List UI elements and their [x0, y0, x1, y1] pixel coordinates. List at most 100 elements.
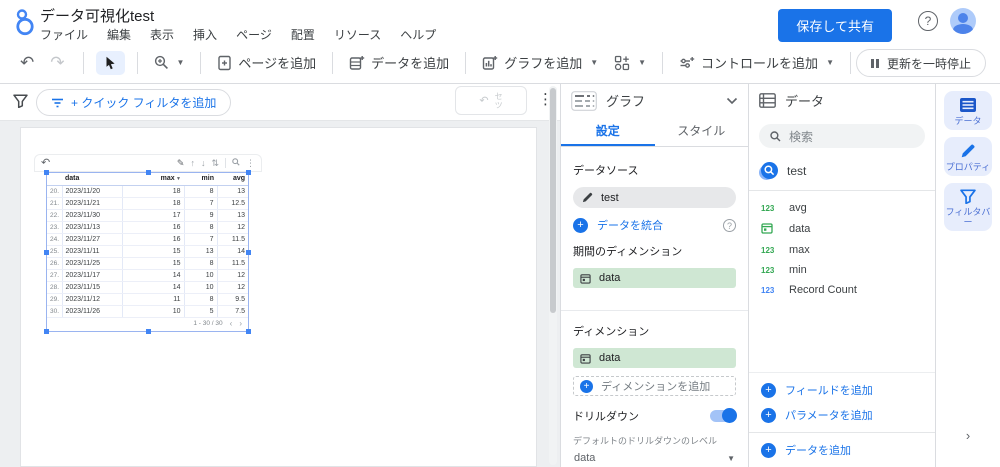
selection-handle[interactable]: [44, 170, 49, 175]
rail-label-properties: プロパティ: [945, 162, 991, 172]
dimension-chip[interactable]: data: [573, 348, 736, 368]
element-more-icon[interactable]: ⋮: [246, 158, 255, 168]
table-chart-element[interactable]: data max ▼ min avg 20. 2023/11/20 18 8 13 21. 202…: [44, 170, 251, 334]
menu-item-ファイル[interactable]: ファイル: [40, 26, 88, 43]
select-cursor-tool[interactable]: [95, 50, 125, 75]
menu-item-リソース[interactable]: リソース: [334, 26, 381, 43]
selection-handle[interactable]: [246, 170, 251, 175]
selection-handle[interactable]: [146, 329, 151, 334]
table-cell: 11.5: [216, 233, 248, 246]
pagination-next-icon[interactable]: ›: [239, 319, 242, 328]
selection-handle[interactable]: [246, 250, 251, 255]
element-search-icon[interactable]: [232, 158, 240, 168]
table-row: 29. 2023/11/12 11 8 9.5: [47, 293, 248, 306]
menu-item-挿入[interactable]: 挿入: [193, 26, 217, 43]
edit-toolbar: ↶ ↷ ▼ ページを追加 データを追加 グラフを追加 ▼ ▼ コントロールを追加…: [0, 42, 1000, 84]
rail-item-properties[interactable]: プロパティ: [944, 137, 992, 176]
table-column-header-avg[interactable]: avg: [217, 173, 248, 186]
add-parameter-button[interactable]: + パラメータを追加: [761, 407, 923, 423]
element-undo-icon[interactable]: ↶: [41, 157, 50, 169]
report-page[interactable]: ↶ ✎ ↑ ↓ ⇅ ⋮ data max ▼ min avg 20. 2023/…: [20, 127, 537, 467]
data-source-row[interactable]: test: [761, 162, 923, 179]
save-share-button[interactable]: 保存して共有: [778, 9, 892, 42]
quick-filter-add-button[interactable]: + クイック フィルタを追加: [36, 89, 232, 116]
filter-funnel-icon[interactable]: [13, 94, 28, 111]
field-row-data[interactable]: data: [749, 218, 935, 240]
date-dimension-section-label: 期間のディメンション: [573, 246, 683, 258]
drilldown-toggle[interactable]: [710, 408, 737, 423]
table-cell: 10: [183, 269, 217, 282]
report-title[interactable]: データ可視化test: [40, 5, 154, 26]
plus-icon: +: [761, 407, 776, 423]
add-control-button[interactable]: コントロールを追加 ▼: [673, 48, 840, 77]
rail-item-filter-bar[interactable]: フィルタバー: [944, 183, 992, 231]
table-cell: 12: [216, 281, 248, 294]
table-cell: 14: [216, 245, 248, 258]
right-rail: データ プロパティ フィルタバー ›: [935, 84, 1000, 467]
menu-item-配置[interactable]: 配置: [291, 26, 315, 43]
rail-item-data[interactable]: データ: [944, 91, 992, 130]
selection-handle[interactable]: [146, 170, 151, 175]
field-row-avg[interactable]: 123 avg: [749, 198, 935, 218]
table-column-header-data[interactable]: data: [62, 173, 122, 186]
menu-item-ヘルプ[interactable]: ヘルプ: [400, 26, 436, 43]
field-name: max: [789, 244, 810, 256]
add-data-button-bottom[interactable]: + データを追加: [761, 442, 923, 458]
date-dimension-chip[interactable]: data: [573, 268, 736, 288]
field-search-input[interactable]: 検索: [759, 124, 925, 148]
data-source-chip[interactable]: test: [573, 187, 736, 208]
avatar[interactable]: [950, 8, 976, 34]
table-cell: 2023/11/30: [61, 209, 122, 222]
add-dimension-button[interactable]: + ディメンションを追加: [573, 376, 736, 396]
redo-icon[interactable]: ↷: [42, 53, 72, 73]
menu-item-ページ[interactable]: ページ: [236, 26, 272, 43]
collapse-rail-icon[interactable]: ›: [936, 428, 1000, 443]
pause-updates-button[interactable]: 更新を一時停止: [856, 49, 986, 77]
pagination-prev-icon[interactable]: ‹: [230, 319, 233, 328]
sort-settings-icon[interactable]: ⇅: [211, 158, 219, 168]
blend-data-button[interactable]: + データを統合 ?: [573, 217, 736, 233]
table-column-header-min[interactable]: min: [184, 173, 217, 186]
chevron-down-icon[interactable]: [726, 97, 738, 105]
selection-handle[interactable]: [44, 250, 49, 255]
add-control-label: コントロールを追加: [701, 56, 819, 71]
edit-pencil-icon[interactable]: ✎: [177, 158, 185, 168]
selection-handle[interactable]: [246, 329, 251, 334]
add-page-button[interactable]: ページを追加: [211, 48, 322, 77]
widget-hint-pill[interactable]: ↶ セツ: [455, 86, 527, 115]
chevron-down-icon: ▼: [638, 58, 647, 67]
canvas-scrollbar[interactable]: [549, 86, 557, 465]
table-cell: 14: [121, 269, 184, 282]
move-down-icon[interactable]: ↓: [201, 158, 206, 168]
selection-handle[interactable]: [44, 329, 49, 334]
add-data-icon: [349, 55, 365, 70]
community-visualizations-button[interactable]: ▼: [608, 50, 652, 76]
table-cell: 2023/11/17: [61, 269, 122, 282]
menu-item-表示[interactable]: 表示: [150, 26, 174, 43]
drilldown-level-select[interactable]: data ▼: [573, 449, 736, 467]
help-icon[interactable]: ?: [918, 11, 938, 31]
tab-setup[interactable]: 設定: [561, 117, 655, 146]
add-field-button[interactable]: + フィールドを追加: [761, 382, 923, 398]
table-cell: 15: [121, 257, 184, 270]
undo-ghost-icon: ↶: [479, 95, 489, 107]
field-row-max[interactable]: 123 max: [749, 240, 935, 260]
undo-icon[interactable]: ↶: [12, 53, 42, 73]
help-icon[interactable]: ?: [723, 218, 736, 232]
table-cell: 8: [183, 293, 217, 306]
add-control-icon: [680, 56, 695, 68]
data-list-icon: [759, 93, 776, 108]
hint-char: セ: [494, 91, 503, 101]
field-row-record-count[interactable]: 123 Record Count: [749, 280, 935, 300]
move-up-icon[interactable]: ↑: [190, 158, 195, 168]
menu-item-編集[interactable]: 編集: [107, 26, 131, 43]
top-header: データ可視化test ファイル 編集 表示 挿入 ページ 配置 リソース ヘルプ 保存して共有…: [0, 0, 1000, 42]
table-column-header-max[interactable]: max ▼: [122, 173, 184, 186]
looker-studio-app: データ可視化test ファイル 編集 表示 挿入 ページ 配置 リソース ヘルプ 保存して共有…: [0, 0, 1000, 467]
field-row-min[interactable]: 123 min: [749, 260, 935, 280]
zoom-tool[interactable]: ▼: [148, 50, 191, 75]
number-type-icon: 123: [761, 285, 775, 295]
add-data-button[interactable]: データを追加: [343, 48, 455, 77]
add-chart-button[interactable]: グラフを追加 ▼: [476, 48, 604, 77]
tab-style[interactable]: スタイル: [655, 117, 749, 146]
